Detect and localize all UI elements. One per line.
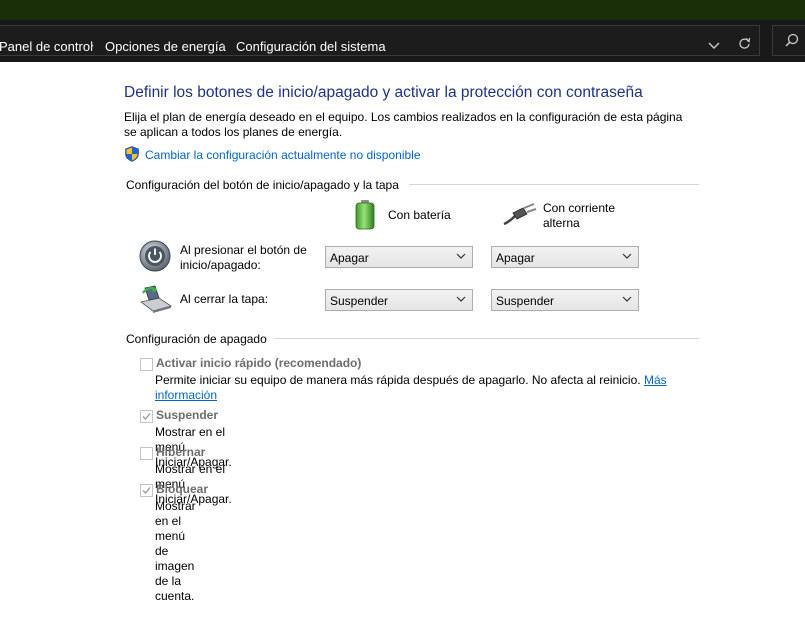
lid-close-battery-select[interactable]: Suspender [325,289,473,311]
power-button-row-label-line2: inicio/apagado: [180,258,261,272]
fast-startup-label: Activar inicio rápido (recomendado) [156,356,362,370]
power-button-row-label-line1: Al presionar el botón de [180,243,307,257]
uac-shield-icon [125,146,139,162]
chevron-down-icon[interactable] [703,34,725,56]
checkmark-icon [142,413,151,420]
page-description: Elija el plan de energía deseado en el e… [124,110,683,139]
lock-label: Bloquear [156,482,209,496]
breadcrumb-opciones-de-energia[interactable]: Opciones de energía [105,39,226,54]
chevron-down-icon [456,296,466,302]
lock-checkbox[interactable] [140,484,153,497]
suspend-label: Suspender [156,408,219,422]
lid-close-row-label: Al cerrar la tapa: [180,292,269,306]
lid-close-ac-select[interactable]: Suspender [491,289,639,311]
battery-icon [355,200,375,230]
shutdown-section-heading: Configuración de apagado [126,332,267,346]
section-divider [409,184,699,185]
power-button-ac-select[interactable]: Apagar [491,246,639,268]
fast-startup-description: Permite iniciar su equipo de manera más … [155,373,675,403]
laptop-lid-icon [140,285,172,313]
column-header-ac: Con corriente alterna [543,201,615,231]
checkmark-icon [142,487,151,494]
ac-plug-icon [503,203,537,226]
select-value: Suspender [330,294,389,308]
column-header-ac-line1: Con corriente [543,201,616,215]
power-buttons-section-heading: Configuración del botón de inicio/apagad… [126,178,399,192]
window-title-bar [0,0,805,20]
lock-description: Mostrar en el menú de imagen de la cuent… [155,499,196,603]
breadcrumb-panel-de-control[interactable]: Panel de control [0,39,93,54]
more-info-link-part2[interactable]: información [155,388,217,402]
fast-startup-checkbox[interactable] [140,358,153,371]
chevron-down-icon [456,253,466,259]
breadcrumb-separator[interactable]: › [90,38,94,52]
hibernate-checkbox[interactable] [140,447,153,460]
chevron-down-icon [622,296,632,302]
search-icon[interactable] [785,33,799,47]
fast-startup-description-text: Permite iniciar su equipo de manera más … [155,373,641,387]
page-title: Definir los botones de inicio/apagado y … [124,84,643,101]
hibernate-label: Hibernar [156,445,206,459]
refresh-icon[interactable] [733,34,755,56]
address-bar: Panel de control › Opciones de energía ›… [0,20,805,62]
suspend-checkbox[interactable] [140,410,153,423]
column-header-battery: Con batería [388,208,451,222]
breadcrumb-configuracion-del-sistema[interactable]: Configuración del sistema [236,39,386,54]
address-box[interactable]: Panel de control › Opciones de energía ›… [0,25,760,56]
more-info-link-part1[interactable]: Más [644,373,667,387]
select-value: Apagar [496,251,535,265]
select-value: Apagar [330,251,369,265]
power-button-icon [139,240,171,272]
power-button-row-label: Al presionar el botón de inicio/apagado: [180,243,307,273]
breadcrumb-separator[interactable]: › [221,38,225,52]
admin-settings-link-text[interactable]: Cambiar la configuración actualmente no … [145,148,421,162]
select-value: Suspender [496,294,555,308]
main-content: Definir los botones de inicio/apagado y … [0,62,805,619]
section-divider [274,338,699,339]
search-box[interactable] [772,25,805,56]
power-button-battery-select[interactable]: Apagar [325,246,473,268]
column-header-ac-line2: alterna [543,216,580,230]
chevron-down-icon [622,253,632,259]
